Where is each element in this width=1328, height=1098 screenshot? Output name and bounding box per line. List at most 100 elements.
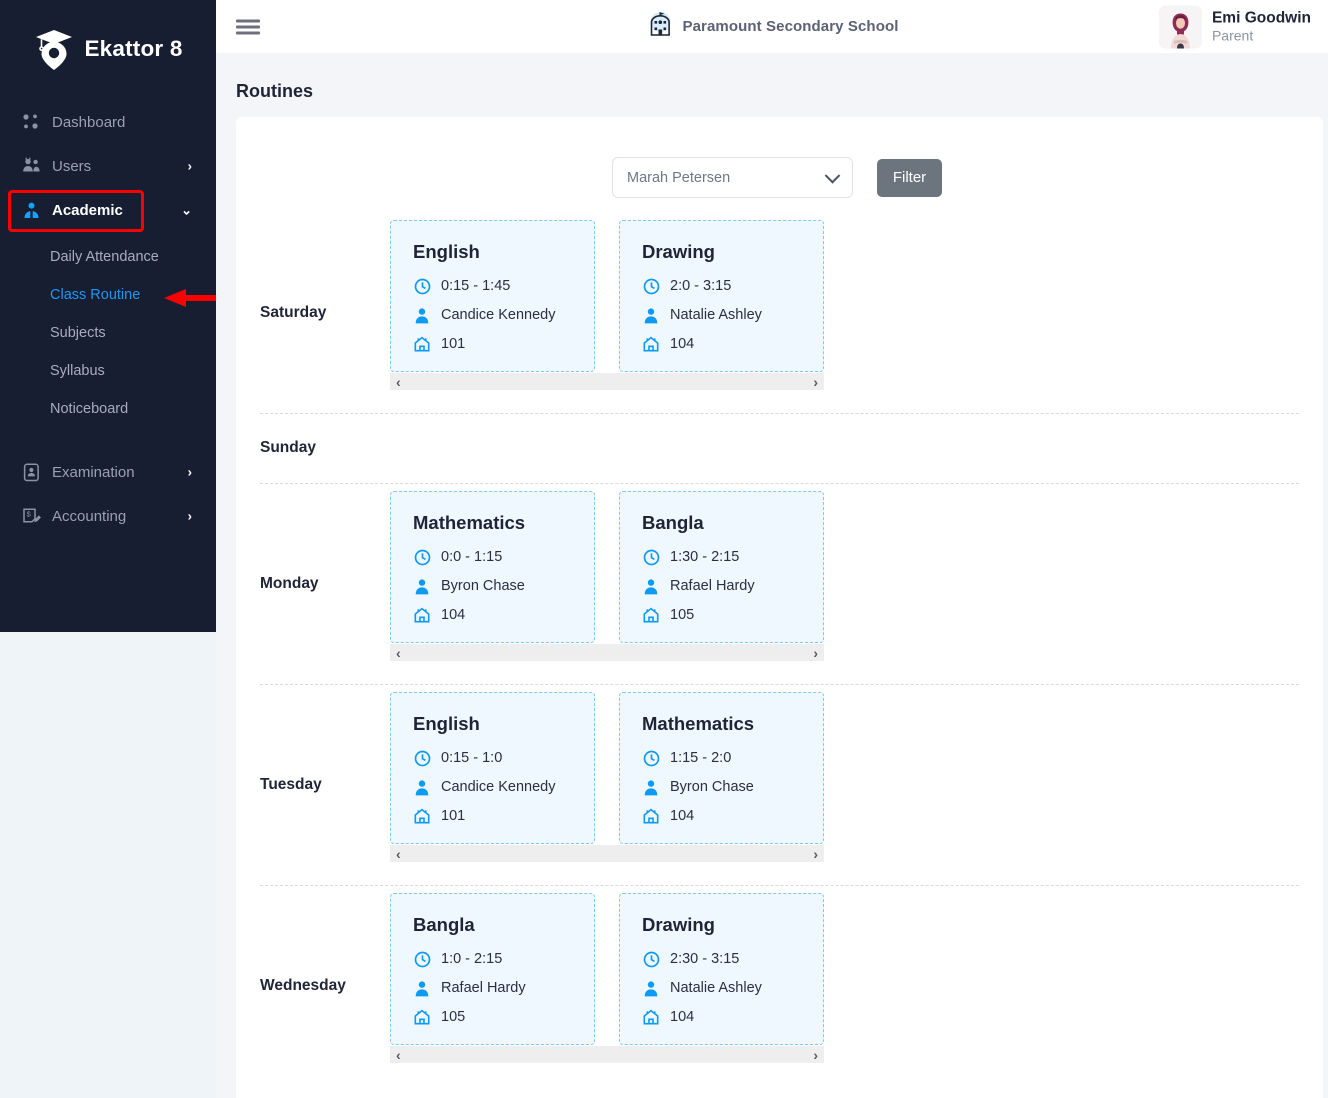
class-card[interactable]: English0:15 - 1:45Candice Kennedy101 bbox=[390, 220, 595, 372]
class-card[interactable]: Bangla1:30 - 2:15Rafael Hardy105 bbox=[619, 491, 824, 643]
student-select-value: Marah Petersen bbox=[627, 170, 730, 186]
class-teacher-row: Rafael Hardy bbox=[413, 979, 594, 997]
scroll-prev-icon[interactable]: ‹ bbox=[396, 847, 401, 861]
chevron-down-icon bbox=[825, 168, 841, 184]
home-icon bbox=[413, 335, 431, 353]
class-room-row: 101 bbox=[413, 335, 594, 353]
class-teacher: Byron Chase bbox=[441, 578, 525, 594]
class-time-row: 2:30 - 3:15 bbox=[642, 950, 823, 968]
home-icon bbox=[413, 1008, 431, 1026]
filter-button[interactable]: Filter bbox=[877, 159, 942, 197]
brand[interactable]: Ekattor 8 bbox=[0, 0, 216, 98]
day-label: Saturday bbox=[260, 304, 326, 322]
day-label: Sunday bbox=[260, 439, 316, 457]
class-subject: English bbox=[413, 713, 594, 735]
sidebar-item-daily-attendance[interactable]: Daily Attendance bbox=[0, 238, 216, 276]
clock-icon bbox=[413, 950, 431, 968]
row-divider bbox=[260, 885, 1299, 886]
sidebar-item-class-routine[interactable]: Class Routine bbox=[0, 276, 216, 314]
row-divider bbox=[260, 483, 1299, 484]
sidebar-item-users[interactable]: Users › bbox=[0, 144, 216, 188]
class-time-row: 0:15 - 1:0 bbox=[413, 749, 594, 767]
sidebar-item-subjects[interactable]: Subjects bbox=[0, 314, 216, 352]
class-card[interactable]: Drawing2:30 - 3:15Natalie Ashley104 bbox=[619, 893, 824, 1045]
sidebar-label: Academic bbox=[52, 202, 123, 219]
scroll-prev-icon[interactable]: ‹ bbox=[396, 375, 401, 389]
day-scroll-track: English0:15 - 1:45Candice Kennedy101Draw… bbox=[390, 220, 824, 390]
class-time-row: 1:30 - 2:15 bbox=[642, 548, 823, 566]
home-icon bbox=[413, 606, 431, 624]
person-icon bbox=[413, 979, 431, 997]
class-card[interactable]: Bangla1:0 - 2:15Rafael Hardy105 bbox=[390, 893, 595, 1045]
chevron-right-icon: › bbox=[188, 510, 192, 523]
class-time: 2:30 - 3:15 bbox=[670, 951, 739, 967]
scroll-next-icon[interactable]: › bbox=[813, 646, 818, 660]
day-scroll-track: English0:15 - 1:0Candice Kennedy101Mathe… bbox=[390, 692, 824, 862]
class-room: 104 bbox=[670, 336, 694, 352]
class-time: 0:15 - 1:0 bbox=[441, 750, 502, 766]
scroll-prev-icon[interactable]: ‹ bbox=[396, 1048, 401, 1062]
chevron-right-icon: › bbox=[188, 160, 192, 173]
sidebar-item-accounting[interactable]: $ Accounting › bbox=[0, 494, 216, 538]
scroll-prev-icon[interactable]: ‹ bbox=[396, 646, 401, 660]
user-menu[interactable]: Emi Goodwin Parent bbox=[1159, 5, 1311, 48]
person-icon bbox=[413, 778, 431, 796]
sidebar-item-dashboard[interactable]: Dashboard bbox=[0, 100, 216, 144]
person-icon bbox=[413, 306, 431, 324]
sidebar-subnav-academic: Daily Attendance Class Routine Subjects … bbox=[0, 238, 216, 428]
class-card[interactable]: Mathematics1:15 - 2:0Byron Chase104 bbox=[619, 692, 824, 844]
home-icon bbox=[642, 606, 660, 624]
class-card[interactable]: Drawing2:0 - 3:15Natalie Ashley104 bbox=[619, 220, 824, 372]
clock-icon bbox=[413, 548, 431, 566]
page-title: Routines bbox=[236, 81, 313, 102]
user-info: Emi Goodwin Parent bbox=[1212, 8, 1311, 45]
class-card[interactable]: English0:15 - 1:0Candice Kennedy101 bbox=[390, 692, 595, 844]
sidebar-sublabel: Syllabus bbox=[50, 363, 105, 379]
sidebar-label: Dashboard bbox=[52, 114, 125, 131]
class-room: 101 bbox=[441, 808, 465, 824]
class-subject: Bangla bbox=[413, 914, 594, 936]
class-room-row: 104 bbox=[413, 606, 594, 624]
class-card[interactable]: Mathematics 0:0 - 1:15 Byron Chase 104 bbox=[390, 491, 595, 643]
horizontal-scrollbar[interactable]: ‹› bbox=[390, 373, 824, 390]
row-divider bbox=[260, 684, 1299, 685]
brand-title: Ekattor 8 bbox=[84, 36, 182, 62]
scroll-next-icon[interactable]: › bbox=[813, 1048, 818, 1062]
class-teacher-row: Rafael Hardy bbox=[642, 577, 823, 595]
scroll-next-icon[interactable]: › bbox=[813, 375, 818, 389]
class-time: 1:30 - 2:15 bbox=[670, 549, 739, 565]
class-card-list: English0:15 - 1:0Candice Kennedy101Mathe… bbox=[390, 692, 824, 844]
student-select[interactable]: Marah Petersen bbox=[612, 157, 853, 198]
class-subject: Mathematics bbox=[413, 512, 594, 534]
sidebar-item-examination[interactable]: Examination › bbox=[0, 450, 216, 494]
clock-icon bbox=[642, 277, 660, 295]
grid-dashboard-icon bbox=[20, 111, 42, 133]
horizontal-scrollbar[interactable]: ‹› bbox=[390, 845, 824, 862]
graduation-cap-pin-logo bbox=[33, 26, 75, 72]
sidebar-label: Examination bbox=[52, 464, 135, 481]
class-room: 104 bbox=[670, 808, 694, 824]
person-icon bbox=[642, 306, 660, 324]
horizontal-scrollbar[interactable]: ‹› bbox=[390, 1046, 824, 1063]
class-time-row: 0:0 - 1:15 bbox=[413, 548, 594, 566]
clock-icon bbox=[413, 277, 431, 295]
avatar bbox=[1159, 5, 1202, 48]
horizontal-scrollbar[interactable]: ‹› bbox=[390, 644, 824, 661]
school-building-icon bbox=[646, 9, 676, 44]
class-card-list: English0:15 - 1:45Candice Kennedy101Draw… bbox=[390, 220, 824, 372]
clock-icon bbox=[642, 749, 660, 767]
scroll-next-icon[interactable]: › bbox=[813, 847, 818, 861]
hamburger-icon[interactable] bbox=[236, 16, 260, 37]
sidebar-item-noticeboard[interactable]: Noticeboard bbox=[0, 390, 216, 428]
class-time: 0:0 - 1:15 bbox=[441, 549, 502, 565]
routine-rows: Saturday English0:15 - 1:45Candice Kenned… bbox=[236, 212, 1323, 1086]
chevron-down-icon: ⌄ bbox=[181, 204, 192, 217]
home-icon bbox=[642, 807, 660, 825]
app-root: Ekattor 8 Dashboard bbox=[0, 0, 1328, 1098]
sidebar-item-syllabus[interactable]: Syllabus bbox=[0, 352, 216, 390]
class-time-row: 0:15 - 1:45 bbox=[413, 277, 594, 295]
sidebar-item-academic[interactable]: Academic ⌄ bbox=[0, 188, 216, 232]
class-subject: Drawing bbox=[642, 914, 823, 936]
person-icon bbox=[413, 577, 431, 595]
class-room: 104 bbox=[441, 607, 465, 623]
